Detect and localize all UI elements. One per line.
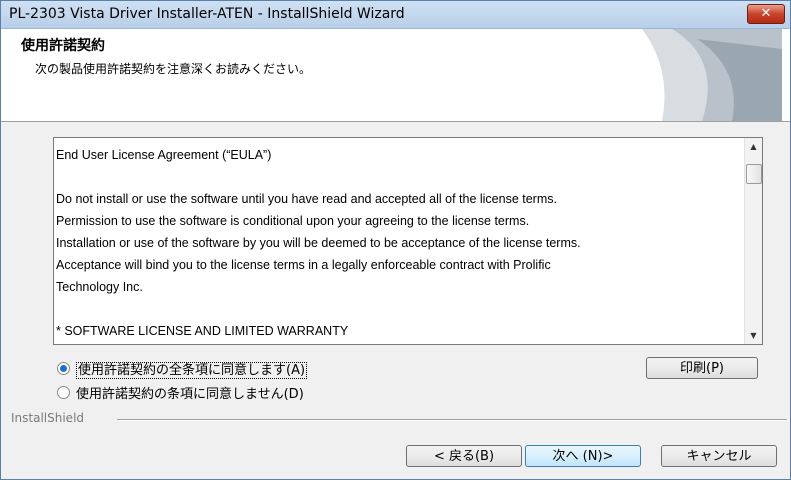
wizard-header: 使用許諾契約 次の製品使用許諾契約を注意深くお読みください。 [1,29,790,122]
window-title: PL-2303 Vista Driver Installer-ATEN - In… [9,6,405,22]
title-bar[interactable]: PL-2303 Vista Driver Installer-ATEN - In… [1,1,790,29]
accept-option[interactable]: 使用許諾契約の全条項に同意します(A) [57,359,308,379]
page-title: 使用許諾契約 [21,38,105,54]
installshield-banner-art [642,29,782,121]
eula-textbox[interactable]: End User License Agreement (“EULA”) Do n… [53,137,763,345]
decline-option[interactable]: 使用許諾契約の条項に同意しません(D) [57,383,304,402]
decline-radio[interactable] [57,386,70,399]
back-button[interactable]: < 戻る(B) [406,445,522,467]
scroll-thumb[interactable] [746,164,762,184]
decline-label: 使用許諾契約の条項に同意しません(D) [76,387,304,402]
brand-divider [117,419,787,421]
cancel-button[interactable]: キャンセル [661,445,777,467]
scroll-up-icon[interactable]: ▲ [745,138,762,155]
page-subtitle: 次の製品使用許諾契約を注意深くお読みください。 [35,62,312,76]
next-button[interactable]: 次へ (N)> [525,445,641,467]
eula-text: End User License Agreement (“EULA”) Do n… [56,148,581,338]
accept-label: 使用許諾契約の全条項に同意します(A) [76,362,308,379]
accept-radio[interactable] [57,362,70,375]
close-button[interactable]: ✕ [747,4,785,24]
installshield-brand: InstallShield [11,411,85,425]
print-button[interactable]: 印刷(P) [646,357,758,379]
scroll-down-icon[interactable]: ▼ [745,327,762,344]
close-icon: ✕ [760,6,772,21]
eula-scrollbar[interactable]: ▲ ▼ [744,138,762,344]
installer-window: PL-2303 Vista Driver Installer-ATEN - In… [0,0,791,480]
